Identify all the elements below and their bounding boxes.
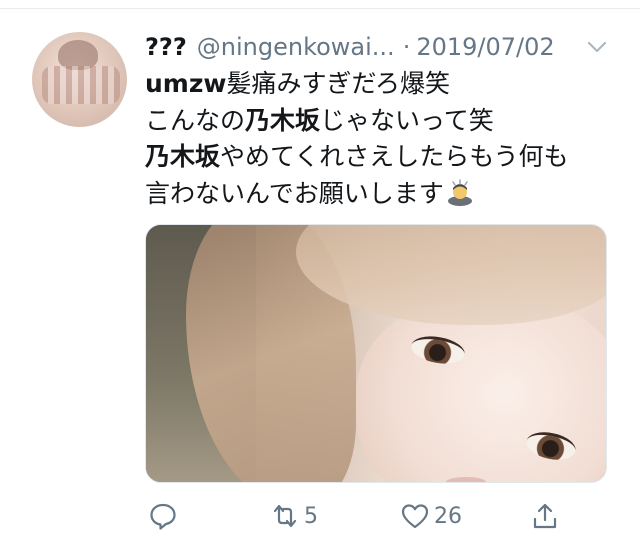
- tweet-header: ??? @ningenkowai... · 2019/07/02: [145, 30, 555, 64]
- tweet-actions: 5 26: [0, 496, 640, 536]
- person-bowing-emoji-icon: [447, 178, 472, 206]
- tweet-date[interactable]: 2019/07/02: [416, 33, 554, 61]
- retweet-count: 5: [304, 503, 318, 529]
- hashtag-like-bold: umzw: [145, 69, 227, 98]
- tweet-line-2-post: じゃないって笑: [320, 105, 494, 135]
- tweet-line-1: umzw髪痛みすぎだろ爆笑: [145, 66, 615, 103]
- tweet-line-2-pre: こんなの: [145, 105, 246, 135]
- tweet-line-2: こんなの乃木坂じゃないって笑: [145, 103, 615, 140]
- retweet-icon: [273, 504, 297, 528]
- tweet-line-3: 乃木坂やめてくれさえしたらもう何も: [145, 139, 615, 176]
- avatar-sweater-shape: [42, 66, 120, 104]
- author-name[interactable]: ???: [145, 33, 187, 61]
- chevron-down-icon[interactable]: [585, 37, 609, 57]
- tweet-line-3-bold: 乃木坂: [145, 142, 221, 171]
- tweet-line-4: 言わないんでお願いします: [145, 176, 615, 213]
- tweet-text: umzw髪痛みすぎだろ爆笑 こんなの乃木坂じゃないって笑 乃木坂やめてくれさえし…: [145, 66, 615, 212]
- heart-icon: [401, 504, 429, 529]
- like-button[interactable]: 26: [400, 496, 462, 536]
- like-count: 26: [434, 503, 462, 529]
- tweet-line-3-text: やめてくれさえしたらもう何も: [220, 142, 569, 171]
- photo-lip-shape: [446, 477, 486, 482]
- author-handle[interactable]: @ningenkowai...: [197, 33, 395, 61]
- reply-button[interactable]: [148, 496, 178, 536]
- top-divider: [0, 8, 640, 9]
- tweet-line-1-text: 髪痛みすぎだろ爆笑: [226, 69, 451, 98]
- avatar[interactable]: [32, 32, 127, 127]
- reply-icon: [150, 503, 176, 530]
- share-button[interactable]: [530, 496, 560, 536]
- retweet-button[interactable]: 5: [270, 496, 318, 536]
- tweet-photo[interactable]: [145, 224, 607, 483]
- tweet-line-2-bold: 乃木坂: [245, 105, 321, 135]
- tweet-line-4-text: 言わないんでお願いします: [145, 178, 444, 208]
- share-icon: [533, 503, 557, 529]
- header-separator: ·: [402, 33, 411, 61]
